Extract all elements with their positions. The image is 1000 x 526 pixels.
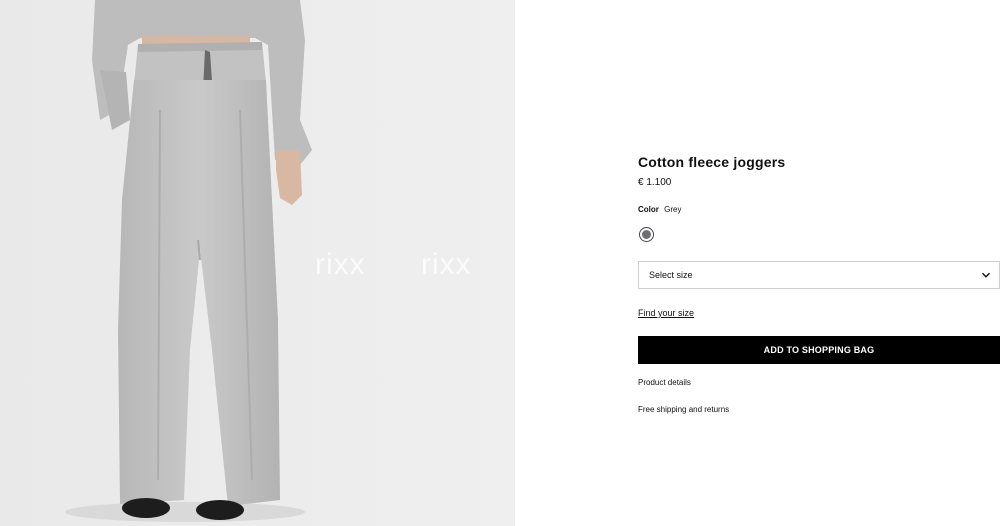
color-value: Grey	[664, 205, 682, 214]
watermark-text: rixx	[421, 248, 472, 281]
size-select[interactable]: Select size	[638, 261, 1000, 289]
product-page: rixx rixx Cotton fleece joggers € 1.100 …	[0, 0, 1000, 526]
shipping-returns-toggle[interactable]: Free shipping and returns	[638, 405, 729, 414]
size-select-placeholder: Select size	[649, 270, 693, 280]
product-info-panel: Cotton fleece joggers € 1.100 Color Grey…	[638, 0, 1000, 526]
product-details-toggle[interactable]: Product details	[638, 378, 691, 387]
chevron-down-icon	[982, 272, 990, 278]
add-to-bag-button[interactable]: ADD TO SHOPPING BAG	[638, 336, 1000, 364]
color-swatch-grey[interactable]	[639, 227, 654, 242]
swatch-dot	[642, 230, 651, 239]
find-your-size-link[interactable]: Find your size	[638, 308, 694, 318]
product-price: € 1.100	[638, 177, 672, 188]
color-row: Color Grey	[638, 205, 681, 214]
color-label: Color	[638, 205, 659, 214]
watermark-text: rixx	[315, 248, 366, 281]
product-title: Cotton fleece joggers	[638, 154, 786, 170]
product-image[interactable]: rixx rixx	[0, 0, 515, 526]
